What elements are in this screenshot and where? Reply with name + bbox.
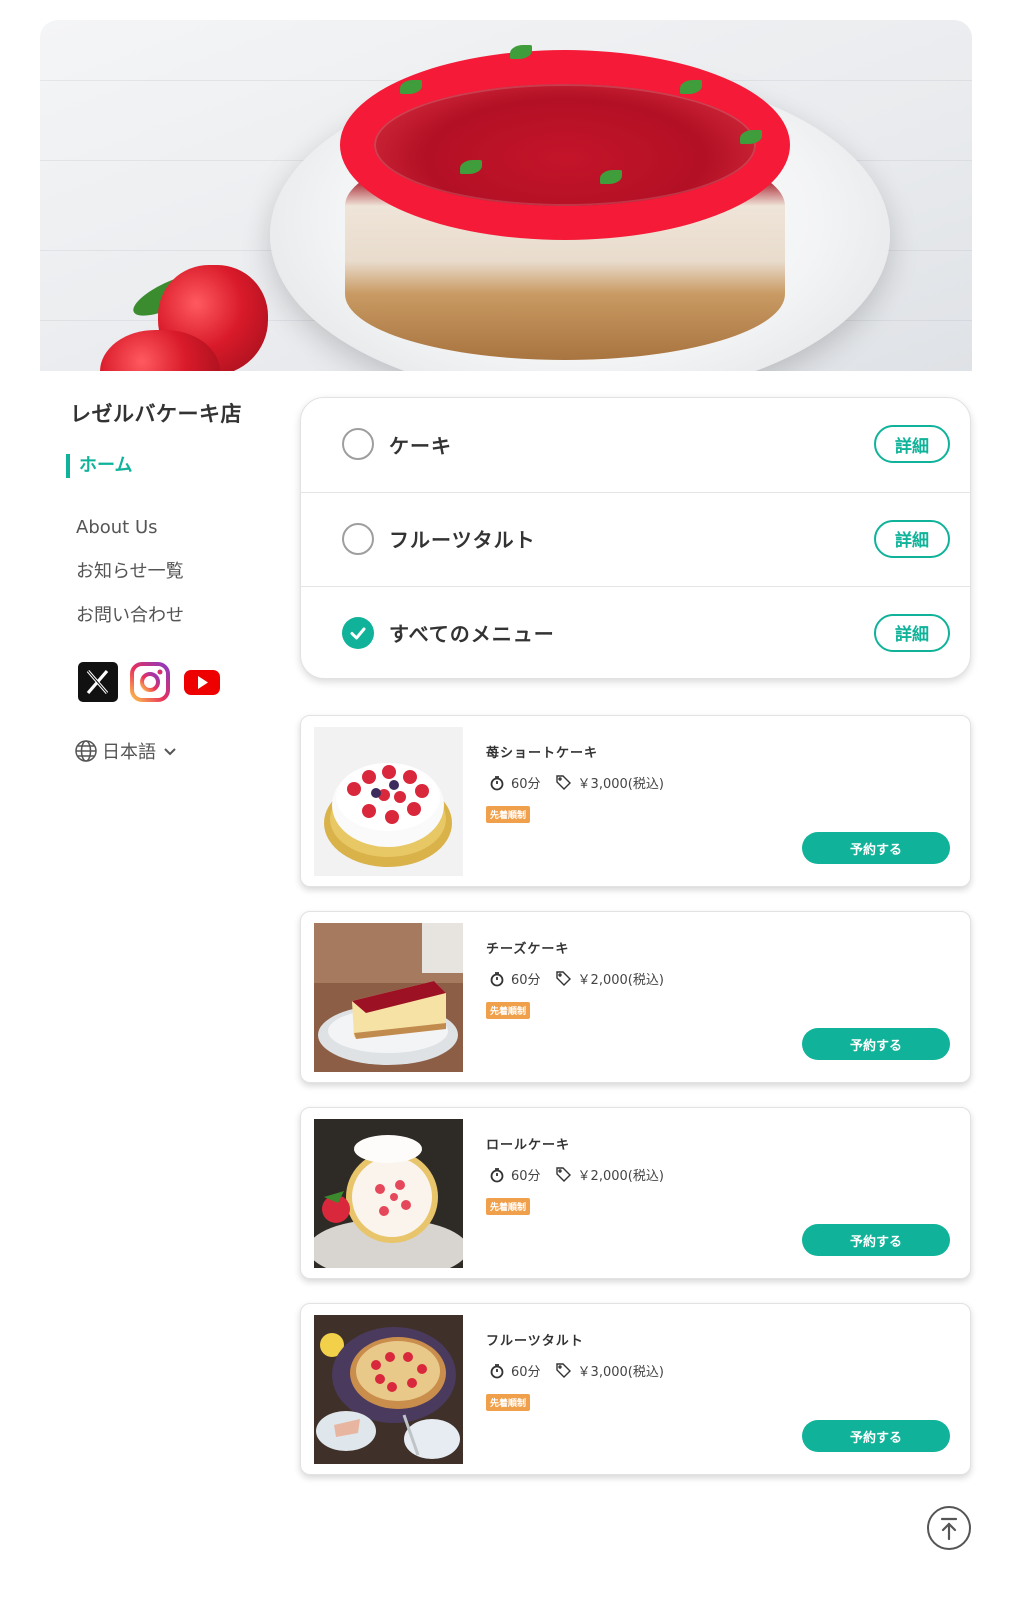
menu-image [314, 1119, 463, 1268]
menu-image [314, 923, 463, 1072]
nav-about-us[interactable]: About Us [76, 516, 184, 560]
status-badge: 先着順制 [486, 1394, 531, 1411]
nav-news[interactable]: お知らせ一覧 [76, 560, 184, 604]
reserve-button[interactable]: 予約する [802, 1028, 950, 1060]
menu-item-price: ￥3,000(税込) [577, 1365, 664, 1380]
detail-button[interactable]: 詳細 [874, 425, 950, 463]
timer-icon [489, 971, 505, 987]
detail-button[interactable]: 詳細 [874, 613, 950, 652]
menu-item-meta: 60分 ￥3,000(税込) [489, 773, 664, 792]
menu-item-meta: 60分 ￥2,000(税込) [489, 969, 664, 988]
radio-button[interactable] [342, 522, 374, 555]
menu-card: 苺ショートケーキ 60分 ￥3,000(税込) 先着順制 予約する [300, 715, 971, 887]
menu-item-name: チーズケーキ [486, 942, 570, 957]
arrow-up-icon [940, 1517, 958, 1541]
shop-name: レゼルバケーキ店 [70, 402, 242, 426]
social-links [78, 662, 222, 702]
youtube-icon[interactable] [182, 662, 222, 702]
timer-icon [489, 1167, 505, 1183]
check-icon [350, 627, 366, 639]
x-icon[interactable] [78, 662, 118, 702]
menu-item-price: ￥2,000(税込) [577, 973, 664, 988]
category-panel: ケーキ 詳細 フルーツタルト 詳細 すべてのメニュー 詳細 [300, 397, 971, 679]
chevron-down-icon [164, 748, 176, 756]
scroll-to-top-button[interactable] [927, 1506, 971, 1550]
nav-home[interactable]: ホーム [66, 454, 132, 478]
language-selector[interactable]: 日本語 [74, 738, 180, 764]
category-label: すべてのメニュー [389, 622, 555, 646]
status-badge: 先着順制 [486, 806, 531, 823]
category-row-all-menu[interactable]: すべてのメニュー 詳細 [301, 586, 970, 678]
timer-icon [489, 1363, 505, 1379]
category-label: ケーキ [389, 433, 452, 458]
menu-image [314, 1315, 463, 1464]
menu-item-meta: 60分 ￥3,000(税込) [489, 1361, 664, 1380]
price-tag-icon [555, 970, 572, 987]
timer-icon [489, 775, 505, 791]
menu-card: フルーツタルト 60分 ￥3,000(税込) 先着順制 予約する [300, 1303, 971, 1475]
category-label: フルーツタルト [389, 528, 536, 552]
category-row-fruit-tart[interactable]: フルーツタルト 詳細 [301, 492, 970, 584]
menu-item-meta: 60分 ￥2,000(税込) [489, 1165, 664, 1184]
sidebar: レゼルバケーキ店 ホーム About Us お知らせ一覧 お問い合わせ 日本語 [66, 398, 280, 763]
status-badge: 先着順制 [486, 1002, 531, 1019]
menu-item-duration: 60分 [511, 777, 541, 792]
detail-button[interactable]: 詳細 [874, 519, 950, 558]
menu-item-duration: 60分 [511, 973, 541, 988]
menu-card: ロールケーキ 60分 ￥2,000(税込) 先着順制 予約する [300, 1107, 971, 1279]
radio-button[interactable] [342, 428, 374, 460]
hero-image [40, 20, 972, 371]
reserve-button[interactable]: 予約する [802, 832, 950, 864]
menu-item-name: ロールケーキ [486, 1138, 571, 1153]
status-badge: 先着順制 [486, 1198, 531, 1215]
category-row-cake[interactable]: ケーキ 詳細 [301, 398, 970, 490]
instagram-icon[interactable] [130, 662, 170, 702]
nav-contact[interactable]: お問い合わせ [76, 604, 184, 648]
menu-item-price: ￥3,000(税込) [577, 777, 664, 792]
radio-button-checked[interactable] [342, 616, 374, 649]
menu-item-duration: 60分 [511, 1169, 541, 1184]
nav-list: About Us お知らせ一覧 お問い合わせ [76, 516, 184, 648]
menu-image [314, 727, 463, 876]
menu-item-name: 苺ショートケーキ [486, 746, 599, 761]
menu-item-price: ￥2,000(税込) [577, 1169, 664, 1184]
price-tag-icon [555, 774, 572, 791]
menu-item-duration: 60分 [511, 1365, 541, 1380]
price-tag-icon [555, 1362, 572, 1379]
menu-card: チーズケーキ 60分 ￥2,000(税込) 先着順制 予約する [300, 911, 971, 1083]
reserve-button[interactable]: 予約する [802, 1420, 950, 1452]
price-tag-icon [555, 1166, 572, 1183]
reserve-button[interactable]: 予約する [802, 1224, 950, 1256]
globe-icon [75, 740, 97, 762]
language-label: 日本語 [102, 742, 156, 763]
menu-item-name: フルーツタルト [486, 1334, 584, 1349]
